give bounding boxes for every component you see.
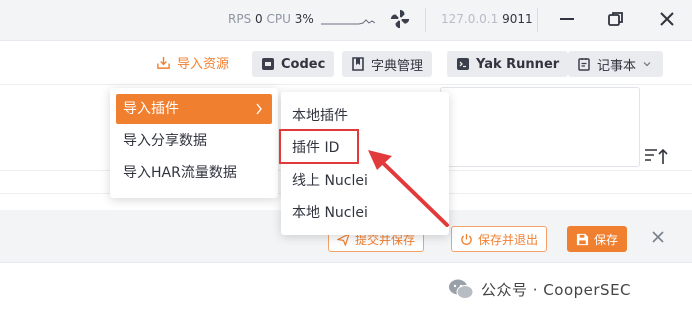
cpu-value: 3% [294, 12, 314, 26]
engine-port: 9011 [502, 12, 533, 26]
submenu-item-local-plugin[interactable]: 本地插件 [292, 105, 348, 125]
notepad-icon [578, 58, 590, 71]
notepad-button[interactable]: 记事本 [568, 51, 663, 77]
title-bar: RPS 0 CPU 3% 127.0.0.1 9011 [0, 0, 692, 41]
save-label: 保存 [594, 232, 619, 247]
import-menu: 导入插件 导入分享数据 导入HAR流量数据 [110, 88, 278, 198]
codec-label: Codec [281, 56, 326, 72]
dictionary-icon [352, 57, 364, 71]
title-divider [425, 8, 426, 32]
pinwheel-icon[interactable] [389, 8, 411, 30]
restore-button[interactable] [603, 6, 629, 32]
watermark-text: 公众号 · CooperSEC [481, 280, 632, 299]
save-icon [576, 233, 589, 245]
menu-item-label: 导入分享数据 [123, 133, 207, 149]
minimize-icon [560, 18, 574, 20]
rps-stat: RPS 0 CPU 3% [228, 12, 314, 26]
title-divider [537, 8, 538, 32]
chevron-down-icon [643, 62, 651, 67]
engine-ip: 127.0.0.1 [441, 12, 499, 26]
cpu-label: CPU [266, 12, 291, 26]
import-resources-button[interactable]: 导入资源 [156, 53, 229, 72]
menu-item-label: 导入插件 [123, 101, 179, 117]
restore-icon [608, 12, 623, 26]
close-icon [660, 12, 674, 26]
close-button[interactable] [654, 6, 680, 32]
menu-item-import-plugin[interactable]: 导入插件 [116, 94, 272, 124]
submenu-item-online-nuclei[interactable]: 线上 Nuclei [292, 170, 368, 190]
menu-item-import-har[interactable]: 导入HAR流量数据 [116, 158, 272, 188]
codec-button[interactable]: Codec [252, 51, 335, 77]
submenu-item-label: 线上 Nuclei [292, 173, 368, 189]
cpu-sparkline [321, 19, 375, 25]
menu-item-label: 导入HAR流量数据 [123, 165, 237, 181]
save-exit-label: 保存并退出 [478, 232, 539, 247]
save-exit-button[interactable]: 保存并退出 [451, 226, 548, 252]
sort-icon[interactable] [643, 146, 669, 166]
save-button[interactable]: 保存 [567, 226, 628, 252]
rps-label: RPS [228, 12, 252, 26]
yak-runner-button[interactable]: Yak Runner [447, 51, 569, 77]
import-resources-label: 导入资源 [177, 57, 230, 72]
engine-address[interactable]: 127.0.0.1 9011 [441, 12, 533, 26]
import-icon [157, 56, 170, 69]
submenu-item-local-nuclei[interactable]: 本地 Nuclei [292, 202, 368, 222]
minimize-button[interactable] [554, 6, 580, 32]
content-textarea[interactable] [440, 87, 640, 167]
dictionary-label: 字典管理 [371, 58, 424, 74]
watermark: 公众号 · CooperSEC [448, 278, 631, 300]
codec-icon [262, 58, 274, 70]
menu-item-import-share[interactable]: 导入分享数据 [116, 126, 272, 156]
submenu-item-label: 本地 Nuclei [292, 205, 368, 221]
toolbar: 导入资源 Codec 字典管理 Yak Runner 记事本 [0, 41, 692, 85]
rps-value: 0 [255, 12, 263, 26]
terminal-icon [457, 58, 469, 70]
submenu-item-label: 本地插件 [292, 108, 348, 124]
annotation-highlight-box [279, 129, 359, 164]
dictionary-button[interactable]: 字典管理 [342, 51, 433, 77]
wechat-icon [449, 279, 474, 299]
yak-runner-label: Yak Runner [476, 56, 560, 72]
power-icon [461, 233, 472, 245]
notepad-label: 记事本 [597, 58, 637, 74]
close-icon[interactable] [650, 229, 666, 245]
